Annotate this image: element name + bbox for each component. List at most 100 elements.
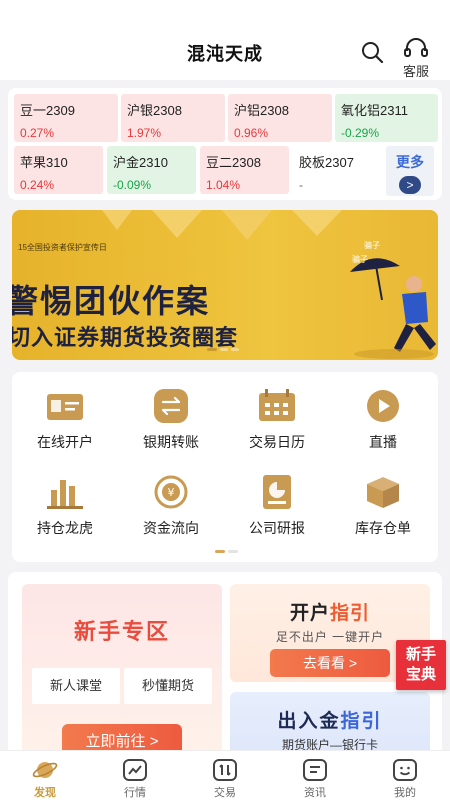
app-header: 混沌天成 客服 xyxy=(0,0,450,80)
headset-icon xyxy=(404,38,428,57)
banner-tagline: 15全国投资者保护宣传日 xyxy=(18,243,107,252)
quote-change: 0.27% xyxy=(20,126,55,140)
pagination-dot xyxy=(231,348,239,351)
quote-card[interactable]: 氧化铝2311 -0.29% xyxy=(335,94,438,142)
person-with-umbrella-illustration xyxy=(350,258,436,359)
quote-change: 0.96% xyxy=(234,126,269,140)
quote-name: 沪金2310 xyxy=(113,155,168,170)
quote-name: 沪银2308 xyxy=(127,103,182,118)
pagination-dot-active xyxy=(207,348,217,351)
banner-headline: 警惕团伙作案 xyxy=(12,283,211,319)
badge-line-1: 新手 xyxy=(405,646,436,663)
tab-trade[interactable]: 交易 xyxy=(180,759,270,800)
tab-discover[interactable]: 发现 xyxy=(0,759,90,800)
report-icon xyxy=(263,475,291,509)
menu-item-bank-transfer[interactable]: 银期转账 xyxy=(121,388,221,452)
newbie-class-button[interactable]: 新人课堂 xyxy=(32,668,120,704)
chevron-right-icon: > xyxy=(399,176,421,194)
umbrella-text-1: 骗子 xyxy=(364,241,380,250)
menu-label: 公司研报 xyxy=(249,520,305,536)
menu-label: 银期转账 xyxy=(143,434,199,450)
quote-change: 0.24% xyxy=(20,178,55,192)
menu-label: 交易日历 xyxy=(249,434,305,450)
menu-item-fund-flow[interactable]: ¥ 资金流向 xyxy=(121,474,221,538)
menu-item-online-account[interactable]: 在线开户 xyxy=(15,388,115,452)
tab-label: 我的 xyxy=(394,787,416,799)
quote-change: 1.04% xyxy=(206,178,241,192)
menu-item-research-report[interactable]: 公司研报 xyxy=(227,474,327,538)
newbie-title: 新手专区 xyxy=(22,614,222,646)
quote-name: 苹果310 xyxy=(20,155,68,170)
guide-section: 新手专区 新人课堂 秒懂期货 立即前往 > 开户指引 足不出户 一键开户 去看看… xyxy=(8,572,442,762)
tab-me[interactable]: 我的 xyxy=(360,759,450,800)
umbrella-text-2: 骗子 xyxy=(352,255,368,264)
tab-news[interactable]: 资讯 xyxy=(270,759,360,800)
newbie-title-a: 新手 xyxy=(73,619,122,644)
quote-name: 沪铝2308 xyxy=(234,103,289,118)
customer-service-button[interactable]: 客服 xyxy=(398,38,434,80)
quote-change: 1.97% xyxy=(127,126,162,140)
menu-label: 直播 xyxy=(369,434,397,450)
id-card-icon xyxy=(47,394,83,420)
tab-label: 交易 xyxy=(214,787,236,799)
search-icon[interactable] xyxy=(360,40,384,64)
newbie-zone-card[interactable]: 新手专区 新人课堂 秒懂期货 立即前往 > xyxy=(22,584,222,760)
menu-label: 资金流向 xyxy=(143,520,199,536)
quote-change: - xyxy=(299,178,303,192)
quote-change: -0.29% xyxy=(341,126,380,140)
quote-name: 氧化铝2311 xyxy=(341,103,408,118)
menu-label: 在线开户 xyxy=(37,434,93,450)
box-icon xyxy=(367,477,399,508)
quote-card[interactable]: 苹果310 0.24% xyxy=(14,146,103,194)
quote-card[interactable]: 胶板2307 - xyxy=(293,146,389,194)
market-quotes-panel: 豆一2309 0.27% 沪银2308 1.97% 沪铝2308 0.96% 氧… xyxy=(8,88,442,200)
menu-item-warehouse-receipt[interactable]: 库存仓单 xyxy=(333,474,433,538)
fund-flow-icon: ¥ xyxy=(154,475,188,509)
play-icon xyxy=(367,390,399,422)
tab-label: 发现 xyxy=(34,787,56,799)
newbie-handbook-badge[interactable]: 新手 宝典 xyxy=(396,640,446,690)
badge-line-2: 宝典 xyxy=(405,666,436,683)
menu-item-live[interactable]: 直播 xyxy=(333,388,433,452)
quote-card[interactable]: 豆二2308 1.04% xyxy=(200,146,289,194)
banner-subheadline: 切入证券期货投资圈套 xyxy=(12,325,239,350)
take-a-look-button[interactable]: 去看看 > xyxy=(270,649,390,677)
planet-icon xyxy=(32,762,58,778)
quote-card[interactable]: 沪金2310 -0.09% xyxy=(107,146,196,194)
menu-item-position-ranking[interactable]: 持仓龙虎 xyxy=(15,474,115,538)
funds-guide-title-b: 指引 xyxy=(340,711,383,732)
pagination-dot-active xyxy=(215,550,225,553)
newbie-title-b: 专区 xyxy=(122,619,171,644)
menu-label: 库存仓单 xyxy=(355,520,411,536)
smiley-icon xyxy=(393,759,417,781)
account-guide-title: 开户指引 xyxy=(230,598,430,625)
more-quotes-button[interactable]: 更多 > xyxy=(386,146,434,196)
quote-name: 豆一2309 xyxy=(20,103,75,118)
tab-label: 资讯 xyxy=(304,787,326,799)
futures-basics-button[interactable]: 秒懂期货 xyxy=(124,668,212,704)
feature-grid: 在线开户 银期转账 交易日历 直播 持仓龙虎 ¥ 资金流向 公司研报 库存仓单 xyxy=(12,372,438,562)
quote-card[interactable]: 沪铝2308 0.96% xyxy=(228,94,332,142)
quote-card[interactable]: 豆一2309 0.27% xyxy=(14,94,118,142)
tab-quotes[interactable]: 行情 xyxy=(90,759,180,800)
svg-text:¥: ¥ xyxy=(168,486,175,499)
menu-item-trading-calendar[interactable]: 交易日历 xyxy=(227,388,327,452)
promo-banner[interactable]: 15全国投资者保护宣传日 警惕团伙作案 切入证券期货投资圈套 骗子 骗子 xyxy=(12,210,438,360)
trend-chart-icon xyxy=(123,759,147,781)
trade-icon xyxy=(213,759,237,781)
customer-service-label: 客服 xyxy=(402,64,429,79)
diamond-pattern-decoration xyxy=(102,210,342,240)
bar-chart-icon xyxy=(47,480,83,509)
transfer-icon xyxy=(154,389,188,423)
quote-name: 豆二2308 xyxy=(206,155,261,170)
bottom-tab-bar: 发现 行情 交易 资讯 我的 xyxy=(0,750,450,800)
quote-change: -0.09% xyxy=(113,178,152,192)
tab-label: 行情 xyxy=(124,787,146,799)
funds-guide-title-a: 出入金 xyxy=(277,711,341,732)
more-label: 更多 xyxy=(396,154,424,170)
quote-card[interactable]: 沪银2308 1.97% xyxy=(121,94,225,142)
quote-name: 胶板2307 xyxy=(299,155,354,170)
menu-label: 持仓龙虎 xyxy=(37,520,93,536)
banner-pagination xyxy=(207,348,247,352)
account-guide-title-b: 指引 xyxy=(330,603,371,624)
